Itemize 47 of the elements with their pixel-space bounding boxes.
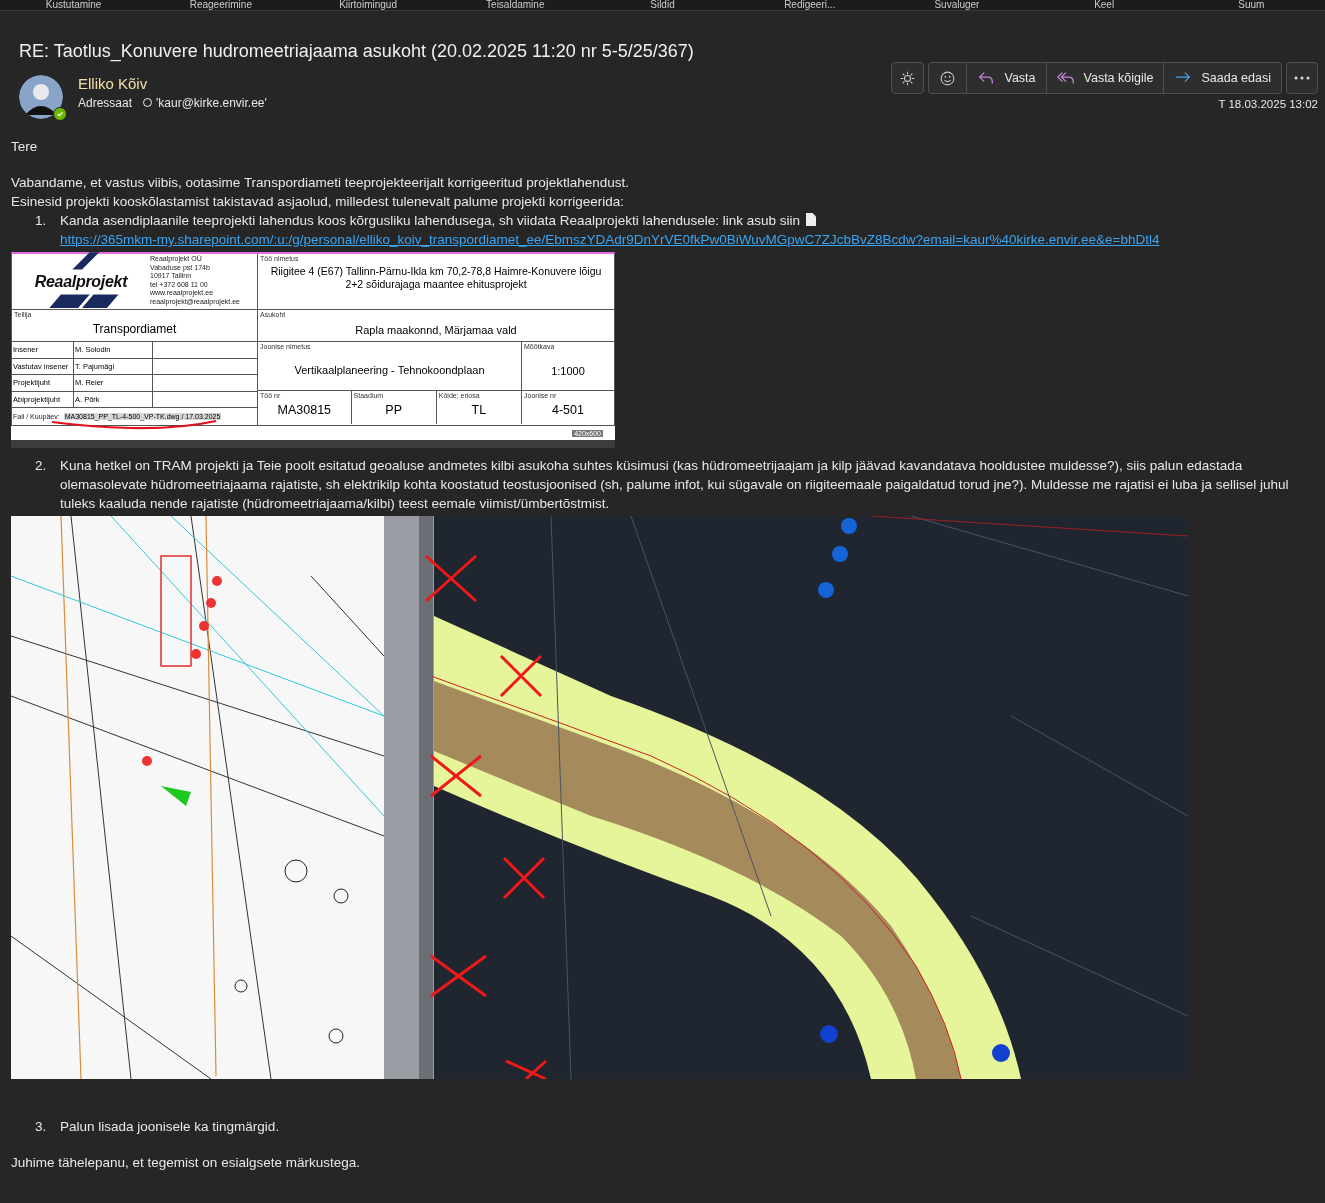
field-value: MA30815: [276, 404, 333, 417]
recipient-label: Adressaat: [78, 95, 133, 110]
field-value: 1:1000: [550, 365, 586, 378]
sent-date: T 18.03.2025 13:02: [1218, 98, 1318, 110]
field-value: Riigitee 4 (E67) Tallinn-Pärnu-Ikla km 70,2-78,8 Haimre-Konuvere lõigu: [269, 265, 603, 278]
person-silhouette-icon: [19, 75, 63, 119]
ribbon-group-label: Kustutamine: [44, 0, 103, 10]
more-button[interactable]: [1286, 62, 1318, 94]
field-value: 4-501: [551, 404, 585, 417]
body-paragraph: Esinesid projekti kooskõlastamist takistavad asjaolud, milledest tulenevalt palume projekti korrigeerida:: [11, 193, 626, 211]
field-value: PP: [384, 404, 404, 417]
closing-text: Juhime tähelepanu, et tegemist on esialgsete märkustega.: [11, 1155, 361, 1170]
sender-name[interactable]: Elliko Kõiv: [78, 74, 267, 92]
list-item-text: Palun lisada joonisele ka tingmärgid.: [60, 1119, 280, 1134]
ribbon-group-label: Sildid: [649, 0, 676, 10]
email-subject: RE: Taotlus_Konuvere hudromeetriajaama asukoht (20.02.2025 11:20 nr 5-5/25/367): [19, 41, 695, 62]
emoji-button[interactable]: [928, 62, 968, 94]
sharepoint-link[interactable]: https://365mkm-my.sharepoint.com/:u:/g/personal/elliko_koiv_transpordiamet_ee/EbmszYDAdr9DnYrVE0fkPw0BiWuvMGpwC7ZJcbBvZ8Bcdw?email=kaur%40kirke.envir.ee&e=bhDtl4: [60, 232, 1160, 247]
ribbon-group-label: Suvaluger: [933, 0, 981, 10]
list-item-text: Kuna hetkel on TRAM projekti ja Teie poolt esitatud geoaluse andmetes kilbi asukoha suhtes küsimusi (kas hüdromeetrijaajam ja kilp jäävad kavandatava hooldustee muldesse?), siis palun edastada olemasolevate hüdromeetriajaama rajatiste, sh elektrikilp kohta koostatud teostusjoonised (sh, palume infot, kui sügavale on riigiteemaale paigaldatud torud jne?). Muldesse me rajatisi ei luba ja sellisel juhul tuleks kaaluda nende rajatiste (hüdromeetriajaama/kilbi) teest eemale viimist/ümbertõstmist.: [60, 458, 1289, 511]
body-paragraph: Vabandame, et vastus viibis, ootasime Transpordiameti teeprojekteerijalt korrigeeritud projektlahendust.: [11, 174, 631, 192]
sun-icon: [899, 69, 917, 87]
ribbon-group-label: Teisaldamine: [485, 0, 546, 10]
ribbon-group-label: Suum: [1237, 0, 1266, 10]
reply-button[interactable]: Vasta: [967, 62, 1047, 94]
field-value: TL: [470, 404, 488, 417]
forward-button[interactable]: Saada edasi: [1164, 62, 1282, 94]
list-number: 2.: [35, 457, 47, 475]
field-value: 2+2 sõidurajaga maantee ehitusprojekt: [344, 278, 528, 291]
smiley-icon: [939, 69, 957, 87]
field-value: Rapla maakonnd, Märjamaa vald: [354, 324, 518, 337]
reply-all-button[interactable]: Vasta kõigile: [1046, 62, 1165, 94]
ribbon-group-label: Keel: [1093, 0, 1116, 10]
ribbon-group-label: Reageerimine: [188, 0, 253, 10]
field-value: Transpordiamet: [91, 323, 178, 336]
ribbon-group-label: Kiirtoimingud: [338, 0, 398, 10]
company-logo-text: Reaalprojekt: [34, 272, 128, 291]
recipient-address[interactable]: 'kaur@kirke.envir.ee': [156, 95, 267, 110]
greeting-text: Tere: [11, 139, 39, 154]
ribbon-group-label: Redigeeri...: [783, 0, 837, 10]
field-value: Vertikaalplaneering - Tehnokoondplaan: [293, 364, 486, 377]
more-icon: [1294, 76, 1310, 80]
file-icon: [806, 213, 816, 226]
theme-button[interactable]: [891, 62, 925, 94]
list-number: 3.: [35, 1118, 47, 1136]
list-number: 1.: [35, 212, 47, 230]
list-item-text: Kanda asendiplaanile teeprojekti lahendus koos kõrgusliku lahendusega, sh viidata Reaalprojekti lahendusele: link asub siin: [60, 213, 800, 228]
